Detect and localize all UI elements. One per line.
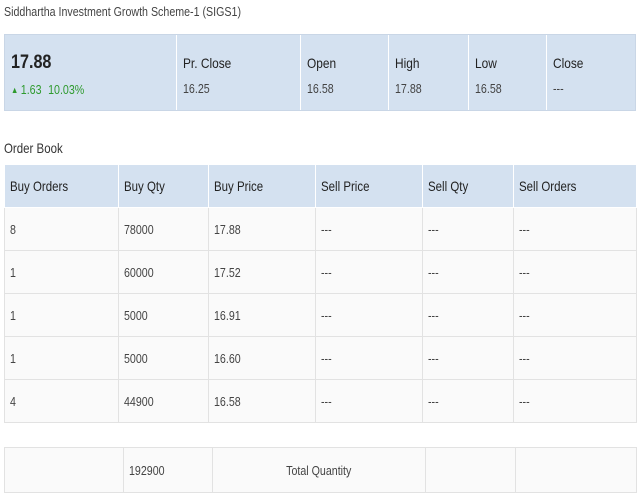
total-quantity-label: Total Quantity — [212, 447, 426, 493]
table-cell — [4, 447, 124, 493]
last-price: 17.88 — [11, 52, 52, 73]
column-header: Buy Qty — [118, 164, 209, 208]
table-cell: --- — [315, 336, 423, 380]
high-label: High — [394, 55, 420, 71]
page-title: Siddhartha Investment Growth Scheme-1 (S… — [4, 4, 241, 19]
table-cell — [515, 447, 637, 493]
table-cell: 78000 — [118, 207, 209, 251]
table-cell: --- — [422, 207, 514, 251]
order-book-heading: Order Book — [4, 140, 63, 156]
ltp-cell: 17.88 ▲ 1.63 10.03% — [5, 35, 178, 110]
table-cell: --- — [513, 250, 637, 294]
table-cell: --- — [422, 250, 514, 294]
table-cell: --- — [513, 293, 637, 337]
close-cell: Close --- — [547, 35, 635, 110]
column-header: Sell Orders — [513, 164, 637, 208]
high-cell: High 17.88 — [389, 35, 469, 110]
column-header: Sell Price — [315, 164, 423, 208]
column-header: Buy Price — [208, 164, 316, 208]
table-cell: --- — [513, 207, 637, 251]
table-cell: 16.58 — [208, 379, 316, 423]
open-cell: Open 16.58 — [301, 35, 389, 110]
high-value: 17.88 — [394, 81, 422, 96]
table-cell: 44900 — [118, 379, 209, 423]
table-cell: --- — [513, 379, 637, 423]
table-cell: --- — [422, 379, 514, 423]
table-row: 8 78000 17.88 --- --- --- — [4, 207, 637, 251]
table-cell: 60000 — [118, 250, 209, 294]
prev-close-value: 16.25 — [183, 81, 211, 96]
column-header: Buy Orders — [4, 164, 119, 208]
quote-summary: 17.88 ▲ 1.63 10.03% Pr. Close 16.25 Open 1… — [4, 34, 636, 111]
table-cell: --- — [513, 336, 637, 380]
table-cell: 5000 — [118, 336, 209, 380]
column-header: Sell Qty — [422, 164, 514, 208]
table-row: 1 60000 17.52 --- --- --- — [4, 250, 637, 294]
total-table: 192900 Total Quantity — [4, 447, 637, 493]
change-value: 1.63 — [20, 82, 42, 97]
prev-close-cell: Pr. Close 16.25 — [177, 35, 302, 110]
table-cell: --- — [315, 250, 423, 294]
table-row: 4 44900 16.58 --- --- --- — [4, 379, 637, 423]
total-quantity-value: 192900 — [123, 447, 213, 493]
table-cell: 4 — [4, 379, 119, 423]
table-cell: --- — [315, 207, 423, 251]
close-value: --- — [553, 81, 564, 96]
table-cell: 1 — [4, 250, 119, 294]
table-cell: 16.91 — [208, 293, 316, 337]
table-cell: --- — [422, 336, 514, 380]
up-arrow-icon: ▲ — [11, 85, 19, 95]
low-cell: Low 16.58 — [469, 35, 548, 110]
close-label: Close — [553, 55, 584, 71]
low-value: 16.58 — [474, 81, 502, 96]
order-book-table: Buy Orders Buy Qty Buy Price Sell Price … — [4, 164, 637, 423]
open-value: 16.58 — [307, 81, 334, 96]
table-row: 1 5000 16.91 --- --- --- — [4, 293, 637, 337]
table-cell: 1 — [4, 293, 119, 337]
table-cell: 8 — [4, 207, 119, 251]
table-cell: 5000 — [118, 293, 209, 337]
open-label: Open — [307, 55, 337, 71]
table-cell: --- — [422, 293, 514, 337]
table-cell: --- — [315, 379, 423, 423]
table-cell — [425, 447, 516, 493]
price-change: ▲ 1.63 10.03% — [11, 82, 84, 97]
table-row: 1 5000 16.60 --- --- --- — [4, 336, 637, 380]
total-row: 192900 Total Quantity — [4, 447, 637, 493]
table-cell: 16.60 — [208, 336, 316, 380]
order-book-header-row: Buy Orders Buy Qty Buy Price Sell Price … — [4, 164, 637, 208]
table-cell: --- — [315, 293, 423, 337]
table-cell: 17.88 — [208, 207, 316, 251]
low-label: Low — [474, 55, 497, 71]
table-cell: 1 — [4, 336, 119, 380]
table-cell: 17.52 — [208, 250, 316, 294]
change-percent: 10.03% — [48, 82, 85, 97]
prev-close-label: Pr. Close — [183, 55, 232, 71]
